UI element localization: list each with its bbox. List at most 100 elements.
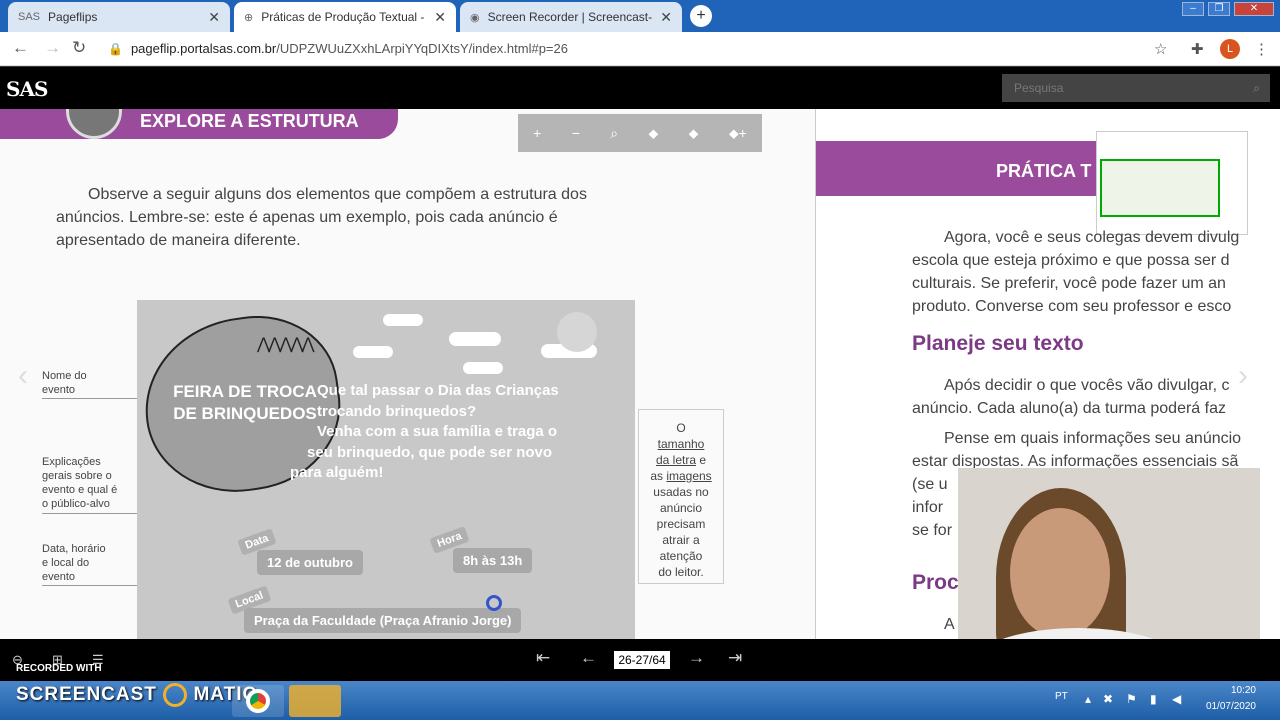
cursor-click-indicator	[486, 595, 502, 611]
viewer-footer: ⊖ ⊞ ☰ RECORDED WITH ⇤ ← 26-27/64 → ⇥	[0, 639, 1280, 681]
event-date: 12 de outubro	[257, 550, 363, 575]
page-indicator[interactable]: 26-27/64	[614, 651, 670, 669]
sas-logo: SAS	[6, 77, 48, 101]
paragraph-line: infor	[912, 499, 944, 516]
clock-date[interactable]: 01/07/2020	[1206, 701, 1256, 712]
close-icon[interactable]: ✕	[660, 9, 672, 26]
forward-icon[interactable]: →	[44, 38, 61, 58]
tab-praticas[interactable]: ⊕ Práticas de Produção Textual - Li ✕	[234, 2, 456, 32]
chrome-taskbar-icon[interactable]	[232, 685, 284, 717]
magnify-icon[interactable]: ⌕	[610, 125, 618, 142]
new-tab-button[interactable]: +	[690, 5, 712, 27]
paragraph-line: (se u	[912, 476, 948, 493]
next-page-arrow-icon[interactable]: ›	[1238, 359, 1248, 393]
search-input[interactable]: Pesquisa ⌕	[1002, 74, 1270, 102]
clock-time[interactable]: 10:20	[1231, 685, 1256, 696]
windows-taskbar: SCREENCAST MATIC PT ▴ ✖ ⚑ ▮ ◀ 10:20 01/0…	[0, 681, 1280, 720]
recorded-with-label: RECORDED WITH	[16, 663, 102, 674]
compass-icon	[66, 109, 122, 139]
tab-pageflips[interactable]: SAS Pageflips ✕	[8, 2, 230, 32]
banner-title: PRÁTICA T	[996, 161, 1092, 181]
paragraph-line: A	[944, 616, 955, 633]
pan-left-button[interactable]: ⬥	[648, 125, 658, 142]
paragraph-line: Pense em quais informações seu anúncio	[944, 430, 1242, 447]
event-time: 8h às 13h	[453, 548, 533, 573]
zoom-toolbar: + − ⌕ ⬥ ⬥ ⬥+	[518, 114, 762, 152]
network-icon[interactable]: ▮	[1150, 692, 1157, 706]
page-minimap[interactable]	[1096, 131, 1248, 235]
section-heading: Planeje seu texto	[912, 332, 1084, 355]
zoom-out-button[interactable]: −	[572, 125, 580, 141]
record-icon	[163, 683, 188, 707]
paragraph-line: escola que esteja próximo e que possa se…	[912, 252, 1230, 269]
maximize-icon[interactable]: ❐	[1208, 2, 1230, 16]
back-icon[interactable]: ←	[12, 38, 29, 58]
tab-title: Práticas de Produção Textual - Li	[261, 10, 427, 24]
tab-favicon-icon: SAS	[18, 11, 41, 23]
close-icon[interactable]: ✕	[434, 9, 446, 26]
section-heading: Proc	[912, 571, 959, 594]
sun-shape	[557, 312, 597, 352]
fit-button[interactable]: ⬥+	[729, 125, 747, 142]
intro-line: apresentado de maneira diferente.	[56, 232, 301, 249]
tab-screen-recorder[interactable]: ◉ Screen Recorder | Screencast-O-M ✕	[460, 2, 682, 32]
menu-icon[interactable]: ⋮	[1254, 40, 1269, 58]
record-icon: ◉	[470, 11, 480, 24]
prev-page-icon[interactable]: ←	[580, 648, 597, 668]
intro-line: anúncios. Lembre-se: este é apenas um ex…	[56, 209, 558, 226]
tray-arrow-icon[interactable]: ▴	[1085, 692, 1091, 706]
profile-avatar[interactable]: L	[1220, 39, 1240, 59]
paragraph-line: produto. Converse com seu professor e es…	[912, 298, 1232, 315]
url-path: /UDPZWUuZXxhLArpiYYqDIXtsY/index.html#p=…	[276, 41, 568, 56]
label-event-name: Nome do evento	[42, 370, 87, 396]
ad-title: FEIRA DE TROCA DE BRINQUEDOS	[173, 382, 317, 423]
address-bar: ← → ↻ 🔒 pageflip.portalsas.com.br/UDPZWUu…	[0, 32, 1280, 66]
extensions-icon[interactable]: ✚	[1191, 40, 1204, 58]
next-page-icon[interactable]: →	[688, 648, 705, 668]
window-close-icon[interactable]: ✕	[1234, 2, 1274, 16]
design-note: O tamanho da letra e as imagens usadas n…	[638, 409, 724, 584]
cloud-shape	[383, 314, 423, 326]
paragraph-line: se for	[912, 522, 953, 539]
browser-tab-bar: SAS Pageflips ✕ ⊕ Práticas de Produção T…	[0, 0, 1280, 32]
minimap-viewport[interactable]	[1100, 159, 1220, 217]
event-place: Praça da Faculdade (Praça Afranio Jorge)	[244, 608, 522, 633]
search-placeholder: Pesquisa	[1014, 81, 1064, 95]
section-banner: EXPLORE A ESTRUTURA	[0, 109, 398, 139]
screencast-brand: SCREENCAST MATIC	[16, 683, 258, 707]
url-field[interactable]: 🔒 pageflip.portalsas.com.br/UDPZWUuZXxhLA…	[108, 37, 1184, 61]
screencast-taskbar-icon[interactable]	[289, 685, 341, 717]
zoom-in-button[interactable]: +	[533, 125, 541, 141]
paragraph-line: culturais. Se preferir, você pode fazer …	[912, 275, 1226, 292]
last-page-icon[interactable]: ⇥	[728, 648, 742, 668]
intro-line: Observe a seguir alguns dos elementos qu…	[88, 186, 587, 203]
tray-icon[interactable]: ✖	[1103, 692, 1113, 706]
lock-icon: 🔒	[108, 42, 123, 56]
first-page-icon[interactable]: ⇤	[536, 648, 550, 668]
volume-icon[interactable]: ◀	[1172, 692, 1181, 706]
ad-example: ⋀⋀⋀⋀⋀ FEIRA DE TROCA DE BRINQUEDOS Que ta…	[133, 300, 635, 639]
tab-title: Screen Recorder | Screencast-O-M	[487, 10, 653, 24]
zigzag-icon: ⋀⋀⋀⋀⋀	[257, 336, 315, 353]
globe-icon: ⊕	[244, 11, 254, 24]
tray-icon[interactable]: ⚑	[1126, 692, 1137, 706]
paragraph-line: anúncio. Cada aluno(a) da turma poderá f…	[912, 400, 1226, 417]
star-icon[interactable]: ☆	[1154, 40, 1167, 58]
url-host: pageflip.portalsas.com.br	[130, 41, 277, 56]
paragraph-line: Após decidir o que vocês vão divulgar, c	[944, 377, 1230, 394]
language-indicator[interactable]: PT	[1055, 691, 1068, 702]
viewer-header: SAS Pesquisa ⌕	[0, 67, 1280, 109]
label-datetime: Data, horário e local do evento	[42, 543, 106, 583]
ad-body: Que tal passar o Dia das Crianças trocan…	[290, 382, 559, 481]
search-icon[interactable]: ⌕	[1253, 74, 1260, 102]
reload-icon[interactable]: ↻	[72, 38, 86, 58]
prev-page-arrow-icon[interactable]: ‹	[18, 359, 28, 393]
minimize-icon[interactable]: –	[1182, 2, 1204, 16]
pan-right-button[interactable]: ⬥	[689, 125, 699, 142]
close-icon[interactable]: ✕	[208, 9, 220, 26]
cloud-shape	[353, 346, 393, 358]
cloud-shape	[463, 362, 503, 374]
label-explanations: Explicações gerais sobre o evento e qual é…	[42, 456, 118, 510]
left-page: EXPLORE A ESTRUTURA + − ⌕ ⬥ ⬥ ⬥+ Observe…	[0, 109, 815, 639]
paragraph-line: Agora, você e seus colegas devem divulg	[944, 229, 1240, 246]
